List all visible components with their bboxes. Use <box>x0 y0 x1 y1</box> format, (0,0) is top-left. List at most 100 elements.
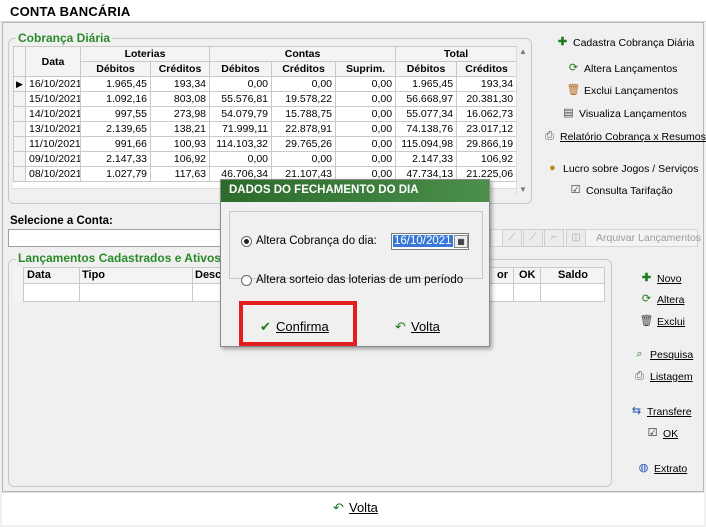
checkbox-icon: ☑ <box>647 427 658 439</box>
table-row[interactable]: 13/10/2021 2.139,65 138,21 71.999,11 22.… <box>13 121 516 137</box>
altera-label: Altera <box>657 293 685 306</box>
cell: 22.878,91 <box>271 121 337 137</box>
cell: 09/10/2021 <box>25 151 81 167</box>
calendar-icon[interactable]: ▦ <box>454 235 468 248</box>
exclui-button[interactable]: 🗑 Exclui <box>640 315 686 328</box>
date-field[interactable]: 16/10/2021 ▦ <box>391 233 469 250</box>
row-indicator: ▶ <box>13 76 26 92</box>
cobranca-vscrollbar[interactable]: ▲ ▼ <box>516 46 529 196</box>
printer-icon: ⎙ <box>545 130 554 142</box>
lanc-col-valor: or <box>497 269 508 281</box>
lanc-col-descricao: Desc <box>195 269 222 281</box>
col-divider <box>79 267 80 302</box>
col-lot-debitos: Débitos <box>80 61 151 77</box>
printer-icon: ⎙ <box>635 370 644 382</box>
relatorio-button[interactable]: ⎙ Relatório Cobrança x Resumos <box>543 130 706 143</box>
cell: 193,34 <box>149 76 211 92</box>
row-indicator <box>13 106 26 122</box>
nav-last-button[interactable]: ⌐ <box>544 229 564 247</box>
option2-label: Altera sorteio das loterias de um períod… <box>256 274 464 286</box>
ok-button[interactable]: ☑ OK <box>646 427 679 440</box>
table-row[interactable]: 14/10/2021 997,55 273,98 54.079,79 15.78… <box>13 106 516 122</box>
confirma-label: Confirma <box>276 319 329 334</box>
cell: 114.103,32 <box>209 136 273 152</box>
trash-icon: 🗑 <box>566 84 581 96</box>
cell: 23.017,12 <box>456 121 516 137</box>
cell: 0,00 <box>335 91 397 107</box>
listagem-button[interactable]: ⎙ Listagem <box>633 370 693 383</box>
cell: 0,00 <box>209 151 273 167</box>
cell: 0,00 <box>335 76 397 92</box>
exclui-lancamentos-button[interactable]: 🗑 Exclui Lançamentos <box>567 84 678 97</box>
footer-volta-label: Volta <box>349 500 378 515</box>
cell: 0,00 <box>335 106 397 122</box>
pesquisa-button[interactable]: ⌕ Pesquisa <box>633 348 693 361</box>
extrato-button[interactable]: ◍ Extrato <box>637 462 688 475</box>
coins-icon: ● <box>549 162 556 174</box>
cobranca-table-wrap[interactable]: Data Loterias Contas Total Débitos Crédi… <box>13 46 516 188</box>
lanc-col-tipo: Tipo <box>82 269 106 281</box>
date-value: 16/10/2021 <box>393 235 453 247</box>
table-row[interactable]: 11/10/2021 991,66 100,93 114.103,32 29.7… <box>13 136 516 152</box>
option1-label: Altera Cobrança do dia: <box>256 235 377 247</box>
exclui-lancamentos-label: Exclui Lançamentos <box>584 84 678 97</box>
cell: 2.139,65 <box>80 121 151 137</box>
plus-icon: ✚ <box>557 36 568 48</box>
cell: 100,93 <box>149 136 211 152</box>
table-row[interactable]: ▶ 16/10/2021 1.965,45 193,34 0,00 0,00 0… <box>13 76 516 92</box>
dialog-volta-button[interactable]: ↶ Volta <box>394 319 440 334</box>
cell: 138,21 <box>149 121 211 137</box>
statement-icon: ◍ <box>638 462 649 474</box>
listagem-label: Listagem <box>650 370 693 383</box>
cell: 106,92 <box>456 151 516 167</box>
footer-volta-button[interactable]: ↶ Volta <box>332 500 378 515</box>
altera-lancamentos-button[interactable]: ⟳ Altera Lançamentos <box>567 62 678 75</box>
altera-sorteio-radio[interactable]: Altera sorteio das loterias de um períod… <box>241 274 463 286</box>
table-row[interactable]: 15/10/2021 1.092,16 803,08 55.576,81 19.… <box>13 91 516 107</box>
consulta-tarifacao-button[interactable]: ☑ Consulta Tarifação <box>569 184 673 197</box>
cadastra-cobranca-button[interactable]: ✚ Cadastra Cobrança Diária <box>556 36 695 49</box>
altera-lancamentos-label: Altera Lançamentos <box>584 62 678 75</box>
arquivar-button[interactable]: Arquivar Lançamentos <box>596 232 701 244</box>
cell: 1.965,45 <box>80 76 151 92</box>
cell: 54.079,79 <box>209 106 273 122</box>
col-tot-creditos: Créditos <box>456 61 516 77</box>
cell: 106,92 <box>149 151 211 167</box>
novo-button[interactable]: ✚ Novo <box>640 272 682 285</box>
cell: 29.765,26 <box>271 136 337 152</box>
scroll-up-icon[interactable]: ▲ <box>517 46 529 58</box>
altera-cobranca-radio[interactable]: Altera Cobrança do dia: <box>241 235 377 247</box>
altera-button[interactable]: ⟳ Altera <box>640 293 685 306</box>
cell: 0,00 <box>209 76 273 92</box>
row-indicator <box>13 136 26 152</box>
plus-icon: ✚ <box>641 272 652 284</box>
col-lot-creditos: Créditos <box>149 61 211 77</box>
lucro-button[interactable]: ● Lucro sobre Jogos / Serviços <box>546 162 698 175</box>
lanc-col-ok: OK <box>519 269 536 281</box>
confirma-button[interactable]: ✔ Confirma <box>259 319 329 334</box>
row-indicator <box>13 166 26 182</box>
nav-archive-icon-button[interactable]: ◫ <box>566 229 586 247</box>
conta-select[interactable] <box>8 229 224 247</box>
cell: 1.965,45 <box>395 76 458 92</box>
col-divider <box>192 267 193 302</box>
transfere-button[interactable]: ⇆ Transfere <box>630 405 692 418</box>
cell: 29.866,19 <box>456 136 516 152</box>
table-row[interactable]: 09/10/2021 2.147,33 106,92 0,00 0,00 0,0… <box>13 151 516 167</box>
cell: 0,00 <box>335 121 397 137</box>
nav-prev-button[interactable]: ⟋ <box>502 229 522 247</box>
cell: 2.147,33 <box>395 151 458 167</box>
col-con-suprim: Suprim. <box>335 61 397 77</box>
cell: 71.999,11 <box>209 121 273 137</box>
nav-next-button[interactable]: ⟋ <box>523 229 543 247</box>
cell: 16.062,73 <box>456 106 516 122</box>
lanc-col-saldo: Saldo <box>558 269 588 281</box>
cell: 74.138,76 <box>395 121 458 137</box>
col-data: Data <box>25 46 81 77</box>
scroll-down-icon[interactable]: ▼ <box>517 184 529 196</box>
visualiza-lancamentos-button[interactable]: ▤ Visualiza Lançamentos <box>562 107 687 120</box>
visualiza-label: Visualiza Lançamentos <box>579 107 687 120</box>
cell: 14/10/2021 <box>25 106 81 122</box>
return-arrow-icon: ↶ <box>395 319 406 334</box>
cadastra-label: Cadastra Cobrança Diária <box>573 36 695 49</box>
